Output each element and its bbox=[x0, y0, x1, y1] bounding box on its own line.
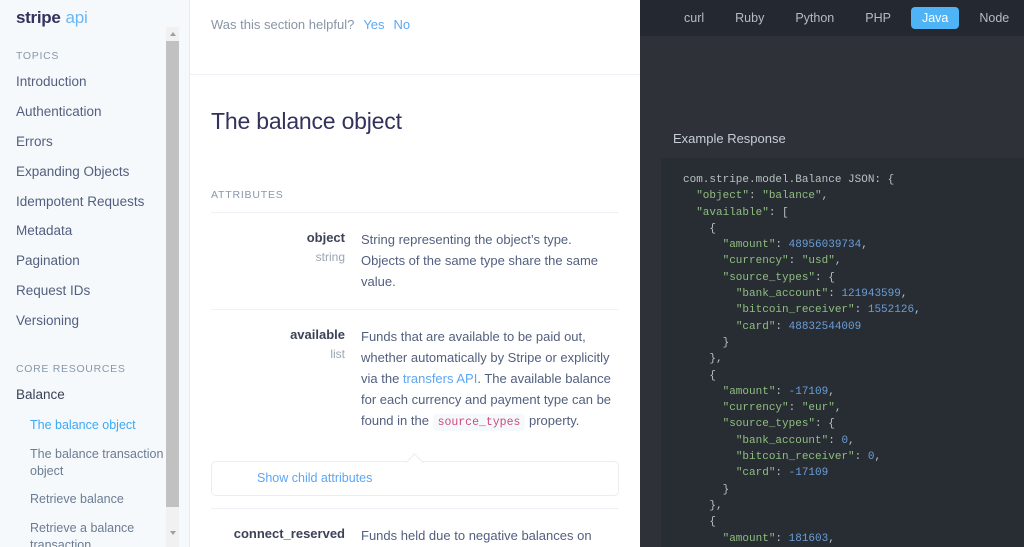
stripe-api-docs-page: stripe api TOPICS Introduction Authentic… bbox=[0, 0, 1024, 547]
feedback-yes-link[interactable]: Yes bbox=[363, 17, 384, 32]
sidebar-heading-topics: TOPICS bbox=[16, 50, 189, 62]
sidebar-heading-core-resources: CORE RESOURCES bbox=[16, 363, 189, 375]
attribute-name: connect_reserved bbox=[211, 525, 345, 544]
attribute-type: list bbox=[211, 346, 345, 363]
tab-node[interactable]: Node bbox=[968, 7, 1020, 29]
sidebar: stripe api TOPICS Introduction Authentic… bbox=[0, 0, 190, 547]
scroll-up-arrow-icon[interactable] bbox=[166, 27, 179, 40]
sidebar-item-versioning[interactable]: Versioning bbox=[16, 313, 189, 330]
brand-logo[interactable]: stripe api bbox=[0, 0, 189, 36]
show-child-attributes-label: Show child attributes bbox=[257, 471, 372, 485]
attribute-row-object: object string String representing the ob… bbox=[211, 213, 619, 310]
attribute-description: Funds held due to negative balances on c… bbox=[361, 525, 619, 547]
feedback-row: Was this section helpful? Yes No bbox=[190, 0, 640, 75]
tab-java[interactable]: Java bbox=[911, 7, 959, 29]
doc-body: The balance object ATTRIBUTES object str… bbox=[190, 108, 640, 547]
sidebar-scrollbar-thumb[interactable] bbox=[166, 41, 179, 507]
attribute-meta: object string bbox=[211, 229, 361, 292]
sidebar-item-pagination[interactable]: Pagination bbox=[16, 253, 189, 270]
scroll-down-arrow-icon[interactable] bbox=[166, 526, 179, 539]
tab-curl[interactable]: curl bbox=[673, 7, 715, 29]
sidebar-item-authentication[interactable]: Authentication bbox=[16, 104, 189, 121]
sidebar-item-errors[interactable]: Errors bbox=[16, 134, 189, 151]
sidebar-item-expanding-objects[interactable]: Expanding Objects bbox=[16, 164, 189, 181]
attribute-name: available bbox=[211, 326, 345, 345]
sidebar-item-metadata[interactable]: Metadata bbox=[16, 223, 189, 240]
attribute-meta: available list bbox=[211, 326, 361, 433]
brand-stripe-text: stripe bbox=[16, 8, 61, 28]
example-response-title: Example Response bbox=[673, 131, 1024, 146]
sidebar-item-request-ids[interactable]: Request IDs bbox=[16, 283, 189, 300]
sidebar-item-balance[interactable]: Balance bbox=[16, 387, 189, 404]
sidebar-item-retrieve-a-balance-transaction[interactable]: Retrieve a balance transaction bbox=[30, 520, 170, 547]
tab-php[interactable]: PHP bbox=[854, 7, 902, 29]
attributes-section-label: ATTRIBUTES bbox=[211, 189, 619, 213]
sidebar-nav: TOPICS Introduction Authentication Error… bbox=[0, 36, 189, 547]
sidebar-item-the-balance-object[interactable]: The balance object bbox=[30, 417, 170, 434]
attribute-description: String representing the object’s type. O… bbox=[361, 229, 619, 292]
attribute-row-available: available list Funds that are available … bbox=[211, 310, 619, 450]
feedback-question: Was this section helpful? bbox=[211, 17, 354, 32]
sidebar-item-retrieve-balance[interactable]: Retrieve balance bbox=[30, 491, 170, 508]
attribute-description: Funds that are available to be paid out,… bbox=[361, 326, 619, 433]
page-title: The balance object bbox=[211, 108, 619, 135]
tab-ruby[interactable]: Ruby bbox=[724, 7, 775, 29]
attribute-row-connect-reserved: connect_reserved list Funds held due to … bbox=[211, 508, 619, 547]
attribute-meta: connect_reserved list bbox=[211, 525, 361, 547]
sidebar-item-idempotent-requests[interactable]: Idempotent Requests bbox=[16, 194, 189, 211]
response-json-code: com.stripe.model.Balance JSON: { "object… bbox=[683, 172, 1024, 547]
sidebar-spacer bbox=[16, 343, 189, 363]
sidebar-item-introduction[interactable]: Introduction bbox=[16, 74, 189, 91]
language-tabs: curl Ruby Python PHP Java Node Go .NET bbox=[640, 0, 1024, 36]
documentation-content: Was this section helpful? Yes No The bal… bbox=[190, 0, 640, 547]
sidebar-item-the-balance-transaction-object[interactable]: The balance transaction object bbox=[30, 446, 170, 480]
brand-api-text: api bbox=[66, 8, 88, 28]
show-child-attributes-toggle[interactable]: Show child attributes bbox=[211, 461, 619, 496]
code-block[interactable]: com.stripe.model.Balance JSON: { "object… bbox=[661, 158, 1024, 547]
feedback-no-link[interactable]: No bbox=[394, 17, 411, 32]
tab-python[interactable]: Python bbox=[784, 7, 845, 29]
code-panel: curl Ruby Python PHP Java Node Go .NET E… bbox=[640, 0, 1024, 547]
transfers-api-link[interactable]: transfers API bbox=[403, 371, 477, 386]
inline-code-source-types: source_types bbox=[433, 414, 526, 431]
attribute-name: object bbox=[211, 229, 345, 248]
attribute-type: string bbox=[211, 249, 345, 266]
